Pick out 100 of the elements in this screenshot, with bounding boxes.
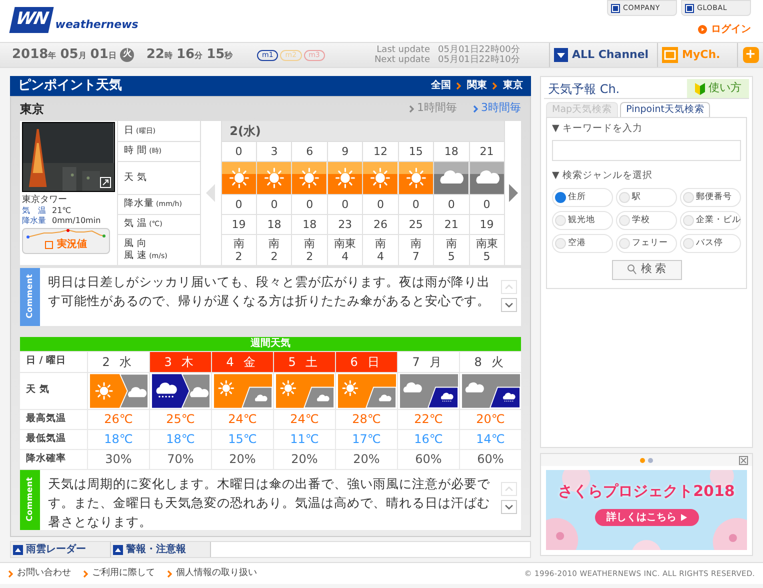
genre-radio[interactable]: バス停 — [680, 234, 741, 252]
day-label: 8 火 — [474, 354, 507, 370]
weekday-badge: 火 — [120, 48, 134, 62]
search-icon — [626, 264, 637, 275]
reading-label: 降水量 — [22, 216, 46, 226]
low-temperature: 17℃ — [352, 431, 381, 448]
footer-link[interactable]: お問い合わせ — [8, 566, 71, 580]
update-time: 05月01日22時00分 — [438, 45, 520, 55]
wind-direction: 南 — [446, 236, 457, 250]
triangle-icon — [13, 544, 23, 554]
wind-speed: 2 — [306, 250, 314, 262]
hour-label: 12 — [373, 144, 388, 158]
hour-label: 18 — [444, 144, 458, 158]
weekly-title: 週間天気 — [250, 338, 290, 350]
search-tab[interactable]: Pinpoint天気検索 — [620, 102, 710, 117]
play-icon — [680, 514, 686, 520]
precipitation-value: 0 — [235, 198, 242, 210]
details-button[interactable]: 詳しくはこちら — [594, 508, 698, 526]
chevron-icon — [473, 104, 479, 112]
channel-button[interactable]: ALL Channel — [549, 43, 657, 67]
search-button[interactable]: 検 索 — [612, 260, 682, 280]
breadcrumb-link[interactable]: 東京 — [503, 78, 523, 94]
breadcrumb-link[interactable]: 全国 — [431, 78, 451, 94]
scroll-down-icon[interactable] — [501, 298, 517, 312]
low-temperature: 18℃ — [166, 431, 195, 448]
weather-icon — [152, 374, 210, 408]
temperature-value: 21 — [444, 218, 458, 230]
date-part: 05月 — [60, 46, 86, 64]
wind-speed: 5 — [448, 250, 455, 262]
keyword-field[interactable] — [552, 140, 741, 162]
genre-radio[interactable]: 企業・ビル — [680, 210, 741, 230]
logo-text[interactable]: weathernews — [55, 16, 138, 33]
footer-link[interactable]: 個人情報の取り扱い — [167, 566, 257, 580]
precipitation-value: 0 — [483, 198, 490, 210]
bottom-tab[interactable]: 警報・注意報 — [111, 542, 211, 557]
camera-caption: 東京タワー — [22, 194, 68, 206]
temperature-value: 26 — [373, 218, 388, 230]
low-temperature: 15℃ — [228, 431, 257, 448]
wind-direction: 南東 — [476, 236, 498, 250]
low-temperature: 18℃ — [104, 431, 133, 448]
play-icon — [698, 25, 707, 34]
weather-icon — [400, 374, 458, 408]
chevron-icon — [83, 570, 89, 578]
precipitation-chance: 20% — [291, 451, 318, 468]
precipitation-value: 0 — [306, 198, 314, 210]
wind-direction: 南東 — [334, 236, 356, 250]
close-icon[interactable] — [739, 456, 748, 464]
help-button[interactable]: 使い方 — [687, 79, 749, 98]
genre-radio[interactable]: 空港 — [552, 234, 613, 252]
reading-label: 気 温 — [22, 206, 46, 216]
footer-link[interactable]: ご利用に際して — [83, 566, 155, 580]
day-label: 7 月 — [412, 354, 445, 370]
section-title: ピンポイント天気 — [18, 77, 122, 95]
wind-speed: 2 — [235, 250, 242, 262]
weather-icon — [276, 374, 334, 408]
high-temperature: 28℃ — [352, 411, 381, 428]
day-label: 2 水 — [102, 354, 135, 370]
low-temperature: 14℃ — [476, 431, 505, 448]
tv-icon — [662, 47, 678, 63]
genre-radio[interactable]: 住所 — [552, 188, 613, 206]
genre-radio[interactable]: 駅 — [616, 188, 677, 206]
temperature-value: 23 — [338, 218, 352, 230]
weather-icon — [338, 374, 396, 408]
scroll-down-icon[interactable] — [501, 500, 517, 514]
update-label: Last update — [376, 45, 430, 55]
genre-radio[interactable]: 郵便番号 — [680, 188, 741, 206]
precipitation-value: 0 — [270, 198, 278, 210]
comment-text: 明日は日差しがシッカリ届いても、段々と雲が広がります。夜は雨が降り出す可能性があるので、帰りが遅くなる方は折りたたみ傘があると安心です。 — [47, 272, 491, 310]
day-label: 5 土 — [288, 354, 321, 370]
weather-icon — [462, 374, 520, 408]
temperature-value: 18 — [267, 218, 282, 230]
genre-radio[interactable]: 観光地 — [552, 210, 613, 230]
high-temperature: 20℃ — [476, 411, 505, 428]
genre-radio[interactable]: フェリー — [616, 234, 677, 252]
low-temperature: 11℃ — [290, 431, 319, 448]
hour-label: 21 — [480, 144, 494, 158]
genre-radio[interactable]: 学校 — [616, 210, 677, 230]
beginner-mark-icon — [694, 82, 704, 94]
wind-direction: 南 — [410, 236, 422, 250]
genre-label: ▼ 検索ジャンルを選択 — [552, 169, 654, 184]
update-label: Next update — [373, 55, 430, 65]
high-temperature: 26℃ — [104, 411, 133, 428]
bottom-tab[interactable]: 雨雲レーダー — [11, 542, 111, 557]
wind-speed: 2 — [270, 250, 278, 262]
expand-icon[interactable] — [100, 176, 111, 188]
next-arrow-icon[interactable] — [508, 184, 518, 202]
row-label: 天 気 — [20, 372, 87, 408]
reading-value: 0mm/10min — [52, 216, 101, 226]
precipitation-value: 0 — [342, 198, 349, 210]
wind-speed: 4 — [376, 250, 384, 262]
comment-text: 天気は周期的に変化します。木曜日は傘の出番で、強い雨風に注意が必要です。また、金曜日も天気急変の恐れあり。気温は高めで、晴れる日は汗ばむ暑さとなります。 — [47, 474, 491, 530]
hour-label: 0 — [235, 144, 242, 158]
row-label: 日 / 曜日 — [20, 352, 87, 372]
chevron-icon — [167, 570, 173, 578]
logo-mark[interactable]: WN — [9, 7, 54, 33]
reading-value: 21℃ — [52, 206, 72, 216]
breadcrumb-link[interactable]: 関東 — [467, 78, 487, 94]
previous-arrow-icon[interactable] — [206, 184, 216, 202]
day-label: 6 日 — [350, 354, 383, 370]
comment-label: Comment — [24, 274, 35, 319]
